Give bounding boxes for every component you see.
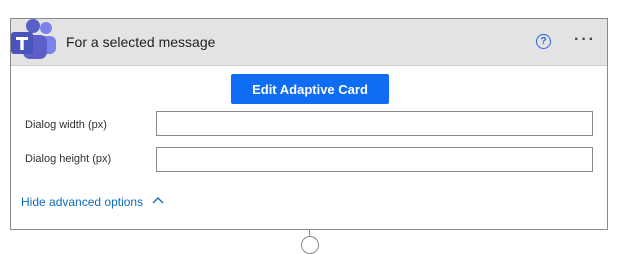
chevron-up-icon[interactable]	[152, 196, 164, 204]
action-card: For a selected message ? ··· Edit Adapti…	[10, 18, 608, 230]
hide-advanced-options-link[interactable]: Hide advanced options	[21, 195, 143, 209]
add-step-handle[interactable]	[301, 236, 319, 254]
dialog-width-label: Dialog width (px)	[25, 119, 107, 131]
dialog-height-label: Dialog height (px)	[25, 153, 112, 165]
card-title: For a selected message	[66, 34, 216, 50]
card-header[interactable]: For a selected message ? ···	[11, 19, 607, 66]
microsoft-teams-icon	[11, 19, 56, 59]
dialog-width-input[interactable]	[156, 111, 593, 136]
dialog-height-input[interactable]	[156, 147, 593, 172]
help-circle-icon[interactable]: ?	[536, 34, 551, 49]
edit-adaptive-card-button[interactable]: Edit Adaptive Card	[231, 74, 389, 104]
more-options-icon[interactable]: ···	[574, 31, 596, 49]
